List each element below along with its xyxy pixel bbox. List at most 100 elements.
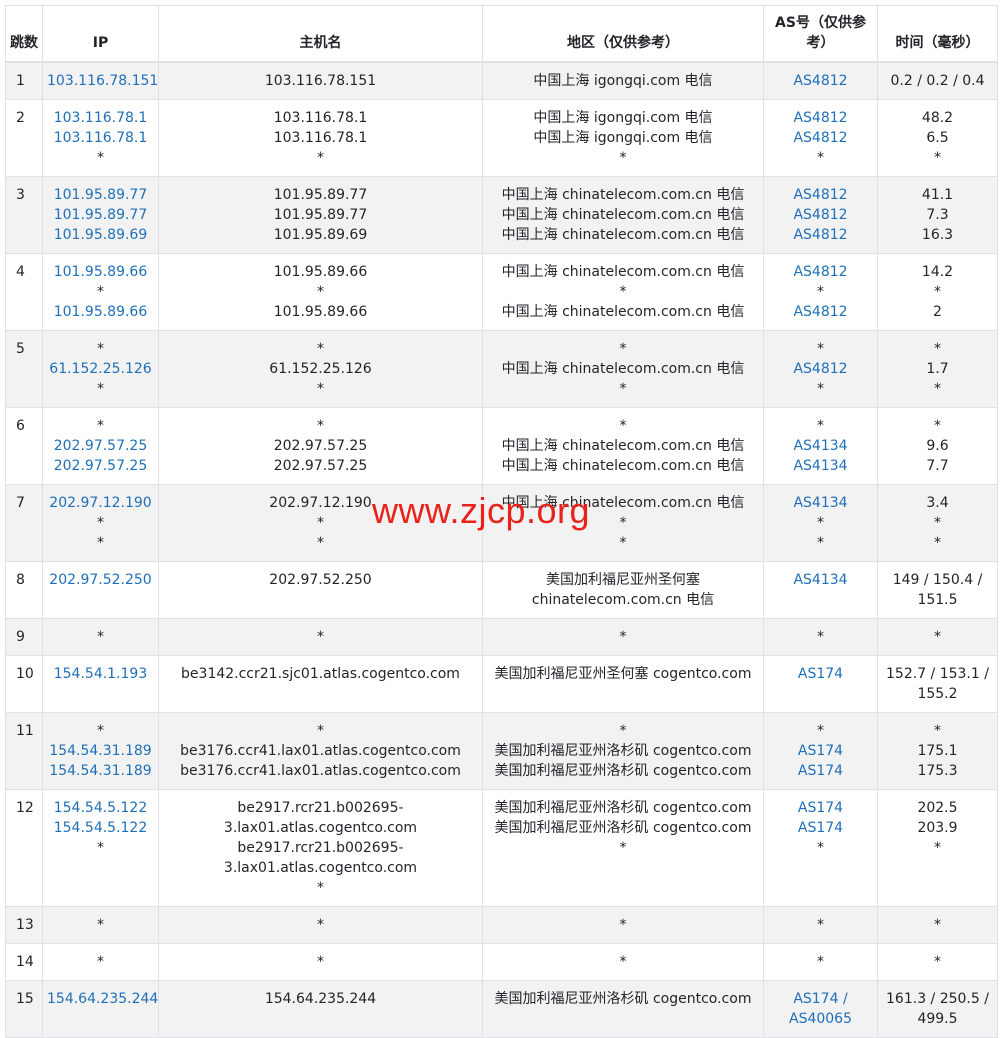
ip-link[interactable]: 103.116.78.1: [47, 128, 154, 148]
ip-link[interactable]: 154.54.5.122: [47, 798, 154, 818]
as-link[interactable]: AS4812: [768, 128, 873, 148]
as-link[interactable]: AS174: [768, 741, 873, 761]
as-cell: *: [763, 618, 878, 656]
cell-text: *: [934, 629, 941, 645]
ip-link[interactable]: 154.54.31.189: [47, 761, 154, 781]
as-link[interactable]: AS4134: [768, 493, 873, 513]
ip-cell: 202.97.12.190 * *: [42, 484, 159, 562]
as-link[interactable]: AS4134: [768, 456, 873, 476]
cell-text: 175.3: [917, 763, 958, 779]
cell-text: *: [619, 418, 627, 434]
cell-text: *: [934, 723, 941, 739]
cell-text: 6.5: [926, 130, 949, 146]
ip-link[interactable]: 154.64.235.244: [47, 989, 158, 1009]
time-cell: 14.2 * 2: [877, 253, 998, 331]
ip-link[interactable]: 101.95.89.66: [47, 262, 154, 282]
ip-link[interactable]: 202.97.12.190: [47, 493, 154, 513]
as-link[interactable]: AS4812: [768, 262, 873, 282]
cell-text: 中国上海 igongqi.com 电信: [533, 110, 713, 126]
cell-text: *: [97, 723, 104, 739]
ip-cell: 101.95.89.77 101.95.89.77 101.95.89.69: [42, 176, 159, 254]
hop-cell: 7: [5, 484, 43, 562]
cell-text: be3176.ccr41.lax01.atlas.cogentco.com: [180, 763, 461, 779]
ip-link[interactable]: 202.97.57.25: [47, 456, 154, 476]
cell-text: *: [619, 840, 627, 856]
cell-text: *: [317, 381, 324, 397]
ip-link[interactable]: 101.95.89.66: [47, 302, 154, 322]
cell-text: *: [97, 535, 104, 551]
as-link[interactable]: AS4812: [768, 108, 873, 128]
hop-cell: 10: [5, 655, 43, 713]
cell-text: *: [97, 954, 104, 970]
as-cell: * AS4812 *: [763, 330, 878, 408]
ip-link[interactable]: 154.54.5.122: [47, 818, 154, 838]
ip-link[interactable]: 101.95.89.77: [47, 205, 154, 225]
cell-text: *: [817, 381, 824, 397]
cell-text: *: [97, 418, 104, 434]
cell-text: 中国上海 chinatelecom.com.cn 电信: [501, 495, 745, 511]
hop-cell: 12: [5, 789, 43, 907]
hop-cell: 8: [5, 561, 43, 619]
table-row: 5 * 61.152.25.126 * * 61.152.25.126 * * 中国上海 chi…: [5, 330, 998, 408]
ip-link[interactable]: 202.97.57.25: [47, 436, 154, 456]
as-link[interactable]: AS4812: [768, 359, 873, 379]
ip-link[interactable]: 101.95.89.77: [47, 185, 154, 205]
as-link[interactable]: AS174: [768, 798, 873, 818]
cell-text: 中国上海 chinatelecom.com.cn 电信: [501, 438, 745, 454]
as-link[interactable]: AS4812: [768, 302, 873, 322]
as-link[interactable]: AS4812: [768, 205, 873, 225]
hostname-cell: *: [158, 906, 483, 944]
cell-text: 101.95.89.66: [273, 264, 368, 280]
hop-cell: 4: [5, 253, 43, 331]
cell-text: *: [619, 341, 627, 357]
time-cell: *: [877, 943, 998, 981]
table-row: 14 * * * * *: [5, 943, 998, 981]
ip-link[interactable]: 103.116.78.151: [47, 71, 158, 91]
as-link[interactable]: AS174 / AS40065: [768, 989, 873, 1029]
cell-text: *: [317, 150, 324, 166]
cell-text: *: [317, 954, 324, 970]
as-link[interactable]: AS4812: [768, 185, 873, 205]
as-link[interactable]: AS174: [768, 664, 873, 684]
cell-text: *: [934, 381, 941, 397]
as-cell: AS4812 AS4812 AS4812: [763, 176, 878, 254]
cell-text: 175.1: [917, 743, 958, 759]
cell-text: be3176.ccr41.lax01.atlas.cogentco.com: [180, 743, 461, 759]
ip-link[interactable]: 202.97.52.250: [47, 570, 154, 590]
cell-text: *: [97, 150, 104, 166]
ip-cell: 103.116.78.151: [42, 61, 159, 100]
as-cell: * AS174 AS174: [763, 712, 878, 790]
ip-link[interactable]: 154.54.1.193: [47, 664, 154, 684]
time-cell: * 1.7 *: [877, 330, 998, 408]
region-cell: * 中国上海 chinatelecom.com.cn 电信 中国上海 chinate…: [482, 407, 764, 485]
cell-text: *: [97, 515, 104, 531]
cell-text: *: [317, 723, 324, 739]
cell-text: *: [317, 515, 324, 531]
table-row: 7 202.97.12.190 * * 202.97.12.190 * * 中国上海 chin…: [5, 484, 998, 562]
ip-cell: 154.54.5.122 154.54.5.122 *: [42, 789, 159, 907]
table-row: 11 * 154.54.31.189 154.54.31.189 * be3176.ccr…: [5, 712, 998, 790]
cell-text: *: [317, 284, 324, 300]
as-link[interactable]: AS174: [768, 818, 873, 838]
region-cell: 美国加利福尼亚州圣何塞 cogentco.com: [482, 655, 764, 713]
hop-cell: 1: [5, 61, 43, 100]
hostname-cell: be3142.ccr21.sjc01.atlas.cogentco.com: [158, 655, 483, 713]
as-link[interactable]: AS4134: [768, 570, 873, 590]
as-link[interactable]: AS4812: [768, 71, 873, 91]
as-link[interactable]: AS4134: [768, 436, 873, 456]
as-link[interactable]: AS174: [768, 761, 873, 781]
cell-text: *: [934, 535, 941, 551]
cell-text: *: [317, 917, 324, 933]
header-ip: IP: [42, 5, 159, 63]
as-link[interactable]: AS4812: [768, 225, 873, 245]
ip-link[interactable]: 61.152.25.126: [47, 359, 154, 379]
table-row: 4 101.95.89.66 * 101.95.89.66 101.95.89.66 * 1…: [5, 253, 998, 331]
table-body: 1 103.116.78.151 103.116.78.151 中国上海 igongq…: [5, 61, 998, 1038]
ip-link[interactable]: 103.116.78.1: [47, 108, 154, 128]
cell-text: 中国上海 chinatelecom.com.cn 电信: [501, 207, 745, 223]
ip-link[interactable]: 154.54.31.189: [47, 741, 154, 761]
hop-cell: 9: [5, 618, 43, 656]
ip-link[interactable]: 101.95.89.69: [47, 225, 154, 245]
cell-text: *: [934, 341, 941, 357]
cell-text: 美国加利福尼亚州洛杉矶 cogentco.com: [494, 763, 752, 779]
